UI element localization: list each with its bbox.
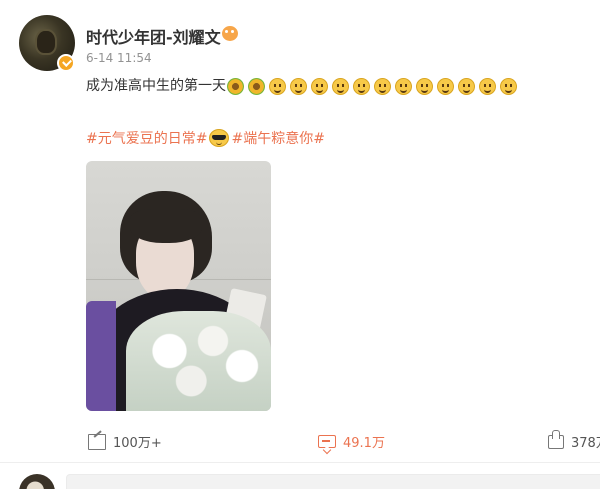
share-count: 100万+ xyxy=(113,436,162,451)
like-count: 378万 xyxy=(571,436,600,451)
comment-input[interactable] xyxy=(66,474,600,489)
smile-emoji-icon xyxy=(479,77,496,95)
post-emojis xyxy=(227,77,521,95)
topic-link-duanwu[interactable]: #端午粽意你# xyxy=(231,128,324,148)
share-icon xyxy=(88,433,106,450)
comment-button[interactable]: 49.1万 xyxy=(318,432,385,451)
topic-link-yuanqi[interactable]: #元气爱豆的日常# xyxy=(86,128,207,148)
smile-emoji-icon xyxy=(395,77,412,95)
flower-emoji-icon xyxy=(227,77,244,95)
smile-emoji-icon xyxy=(458,77,475,95)
author-name[interactable]: 时代少年团-刘耀文 xyxy=(86,24,221,48)
avatar-image xyxy=(35,29,57,55)
smile-emoji-icon xyxy=(500,77,517,95)
share-button[interactable]: 100万+ xyxy=(88,432,162,451)
post-text-content: 成为准高中生的第一天 xyxy=(86,78,226,94)
post-time[interactable]: 6-14 11:54 xyxy=(86,51,152,65)
current-user-avatar xyxy=(19,474,55,489)
photo-bouquet xyxy=(126,311,271,411)
smile-emoji-icon xyxy=(437,77,454,95)
action-bar: 100万+ 49.1万 378万 xyxy=(0,429,600,452)
thumbs-up-icon xyxy=(548,429,564,449)
smile-emoji-icon xyxy=(353,77,370,95)
post-text: 成为准高中生的第一天 xyxy=(86,76,521,96)
comment-icon xyxy=(318,435,336,448)
post-tags: #元气爱豆的日常# #端午粽意你# xyxy=(86,128,325,148)
smile-emoji-icon xyxy=(374,77,391,95)
cool-sunglasses-emoji-icon xyxy=(209,129,230,147)
divider xyxy=(0,462,600,463)
smile-emoji-icon xyxy=(290,77,307,95)
photo-jacket xyxy=(86,301,116,411)
smile-emoji-icon xyxy=(416,77,433,95)
smile-emoji-icon xyxy=(269,77,286,95)
comment-count: 49.1万 xyxy=(343,436,385,451)
like-button[interactable]: 378万 xyxy=(548,429,600,451)
verified-badge-icon xyxy=(57,54,75,72)
photo-bangs xyxy=(130,209,202,243)
flower-emoji-icon xyxy=(248,77,265,95)
smile-emoji-icon xyxy=(311,77,328,95)
post-photo[interactable] xyxy=(86,161,271,411)
smile-emoji-icon xyxy=(332,77,349,95)
vip-badge-icon[interactable] xyxy=(222,26,238,41)
